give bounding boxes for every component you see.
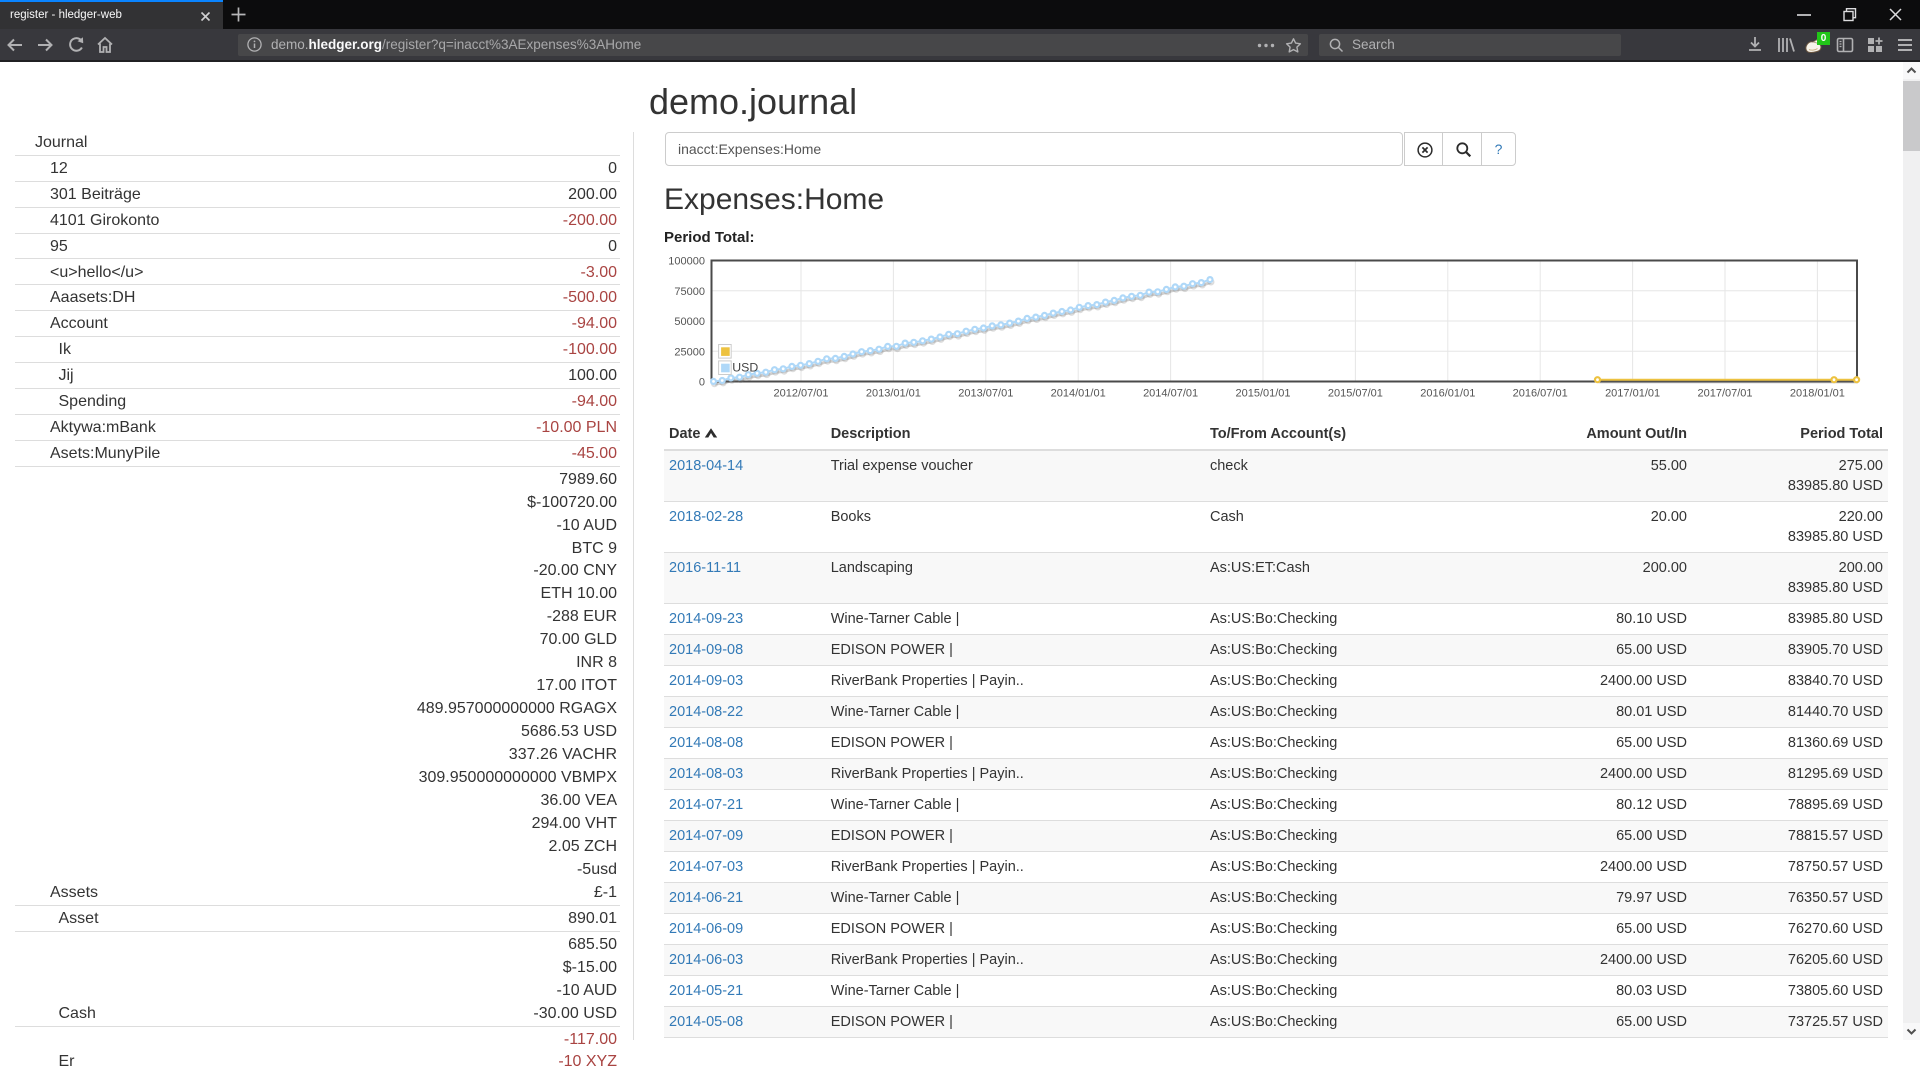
svg-text:2016/07/01: 2016/07/01 [1513, 388, 1568, 400]
svg-text:2013/07/01: 2013/07/01 [958, 388, 1013, 400]
svg-text:2018/01/01: 2018/01/01 [1790, 388, 1845, 400]
svg-text:2015/01/01: 2015/01/01 [1235, 388, 1290, 400]
svg-text:25000: 25000 [674, 346, 705, 358]
svg-text:2014/01/01: 2014/01/01 [1051, 388, 1106, 400]
svg-text:USD: USD [732, 360, 758, 374]
svg-text:100000: 100000 [668, 256, 705, 268]
svg-text:2017/07/01: 2017/07/01 [1697, 388, 1752, 400]
svg-text:75000: 75000 [674, 286, 705, 298]
svg-text:2016/01/01: 2016/01/01 [1420, 388, 1475, 400]
svg-text:0: 0 [699, 377, 705, 389]
svg-text:2013/01/01: 2013/01/01 [866, 388, 921, 400]
svg-text:50000: 50000 [674, 316, 705, 328]
svg-text:2015/07/01: 2015/07/01 [1328, 388, 1383, 400]
svg-text:2012/07/01: 2012/07/01 [773, 388, 828, 400]
svg-text:2017/01/01: 2017/01/01 [1605, 388, 1660, 400]
svg-text:2014/07/01: 2014/07/01 [1143, 388, 1198, 400]
